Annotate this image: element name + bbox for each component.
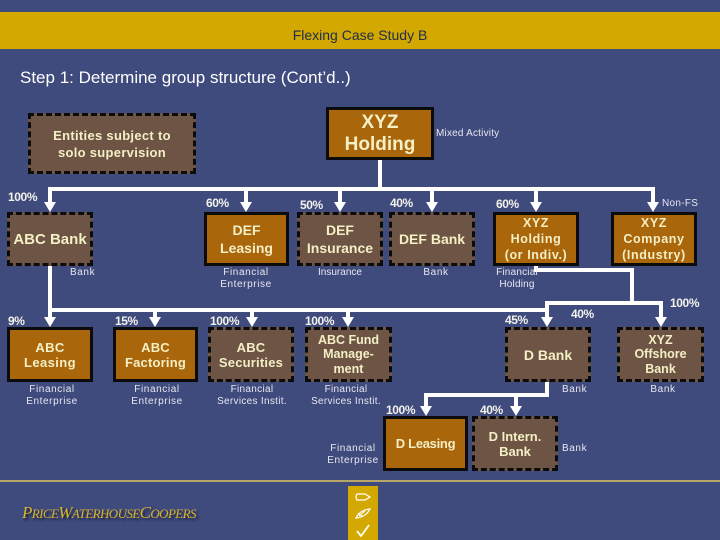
category-xyz-holding: Mixed Activity — [436, 128, 500, 139]
ownership-xyz-offshore-bank: 100% — [670, 296, 700, 310]
entity-name: ABC Factoring — [124, 339, 187, 370]
entity-name: ABC Securities — [218, 339, 284, 370]
entity-def-insurance: DEF Insurance — [297, 212, 383, 266]
entity-name: DEF Bank — [398, 231, 466, 247]
entity-name: DEF Leasing — [220, 222, 273, 256]
arrowhead-abc-fund — [342, 317, 354, 327]
ownership-abc-fund-management: 100% — [305, 314, 335, 328]
entity-name: ABC Fund Manage- ment — [317, 332, 380, 376]
category-xyz-offshore-bank: Bank — [650, 384, 676, 395]
entity-def-bank: DEF Bank — [389, 212, 475, 266]
slide-toolbar — [348, 486, 378, 540]
ownership-abc-factoring: 15% — [115, 314, 138, 328]
entity-def-leasing: DEF Leasing — [204, 212, 289, 266]
ownership-def-leasing: 60% — [206, 196, 229, 210]
arrowhead-abc-leasing — [44, 317, 56, 327]
ownership-d-bank-from-xyz: 40% — [571, 307, 594, 321]
arrowhead-xyz-holding-indiv — [530, 202, 542, 212]
entity-abc-factoring: ABC Factoring — [113, 327, 198, 382]
entity-name: XYZ Holding — [344, 111, 416, 155]
ownership-d-leasing: 100% — [386, 403, 416, 417]
entity-name: D Bank — [523, 346, 573, 363]
entity-d-bank: D Bank — [505, 327, 591, 382]
ownership-abc-securities: 100% — [210, 314, 240, 328]
entity-name: D Leasing — [395, 436, 456, 451]
arrowhead-xyz-offshore — [655, 317, 667, 327]
arrowhead-def-insurance — [334, 202, 346, 212]
category-abc-fund-management: Financial Services Instit. — [311, 384, 381, 407]
category-def-bank: Bank — [423, 267, 449, 278]
entity-name: ABC Bank — [13, 230, 87, 248]
entity-name: XYZ Holding (or Indiv.) — [504, 216, 568, 262]
category-xyz-company: Non-FS — [662, 198, 699, 209]
legend-label: Entities subject to solo supervision — [53, 127, 171, 160]
arrowhead-abc-bank — [44, 202, 56, 212]
ownership-abc-leasing: 9% — [8, 314, 25, 328]
arrow-outline-icon[interactable] — [348, 488, 378, 506]
arrowhead-abc-securities — [246, 317, 258, 327]
ownership-d-intern-bank: 40% — [480, 403, 503, 417]
entity-name: XYZ Offshore Bank — [634, 332, 687, 376]
arrowhead-d-bank — [541, 317, 553, 327]
entity-name: DEF Insurance — [306, 222, 374, 256]
ownership-xyz-holding-indiv: 60% — [496, 197, 519, 211]
arrowhead-d-leasing — [420, 406, 432, 416]
category-abc-leasing: Financial Enterprise — [26, 384, 78, 407]
ownership-abc-bank: 100% — [8, 190, 38, 204]
category-def-leasing: Financial Enterprise — [220, 267, 272, 290]
pricewaterhousecoopers-logo: PRICEWATERHOUSECOOPERS — [22, 503, 196, 522]
ownership-d-bank-from-abc: 45% — [505, 313, 528, 327]
arrowhead-abc-factoring — [149, 317, 161, 327]
entity-xyz-company: XYZ Company (Industry) — [611, 212, 697, 266]
footer-divider — [0, 480, 720, 482]
entity-d-intern-bank: D Intern. Bank — [472, 416, 558, 471]
category-abc-securities: Financial Services Instit. — [217, 384, 287, 407]
entity-name: ABC Leasing — [24, 339, 76, 370]
entity-d-leasing: D Leasing — [383, 416, 468, 471]
entity-xyz-offshore-bank: XYZ Offshore Bank — [617, 327, 704, 382]
category-abc-factoring: Financial Enterprise — [131, 384, 183, 407]
arrowhead-def-leasing — [240, 202, 252, 212]
entity-name: XYZ Company (Industry) — [622, 216, 686, 262]
entity-xyz-holding-indiv: XYZ Holding (or Indiv.) — [493, 212, 579, 266]
entity-abc-leasing: ABC Leasing — [7, 327, 93, 382]
entity-abc-securities: ABC Securities — [208, 327, 294, 382]
ownership-def-insurance: 50% — [300, 198, 323, 212]
entity-abc-bank: ABC Bank — [7, 212, 93, 266]
category-d-bank: Bank — [562, 384, 588, 395]
checkmark-icon[interactable] — [348, 522, 378, 540]
arrowhead-xyz-company — [647, 202, 659, 212]
slide: Flexing Case Study B Step 1: Determine g… — [0, 0, 720, 540]
arrowhead-def-bank — [426, 202, 438, 212]
category-abc-bank: Bank — [70, 267, 96, 278]
entity-name: D Intern. Bank — [488, 428, 542, 459]
category-def-insurance: Insurance — [318, 267, 362, 278]
category-d-intern-bank: Bank — [562, 443, 588, 454]
entity-xyz-holding: XYZ Holding — [326, 107, 434, 160]
ownership-def-bank: 40% — [390, 196, 413, 210]
legend-solo-supervision: Entities subject to solo supervision — [28, 113, 196, 174]
arrowhead-d-intern-bank — [510, 406, 522, 416]
category-xyz-holding-indiv: Financial Holding — [496, 267, 538, 290]
entity-abc-fund-management: ABC Fund Manage- ment — [305, 327, 392, 382]
pencil-icon[interactable] — [348, 505, 378, 523]
category-d-leasing: Financial Enterprise — [327, 443, 379, 466]
